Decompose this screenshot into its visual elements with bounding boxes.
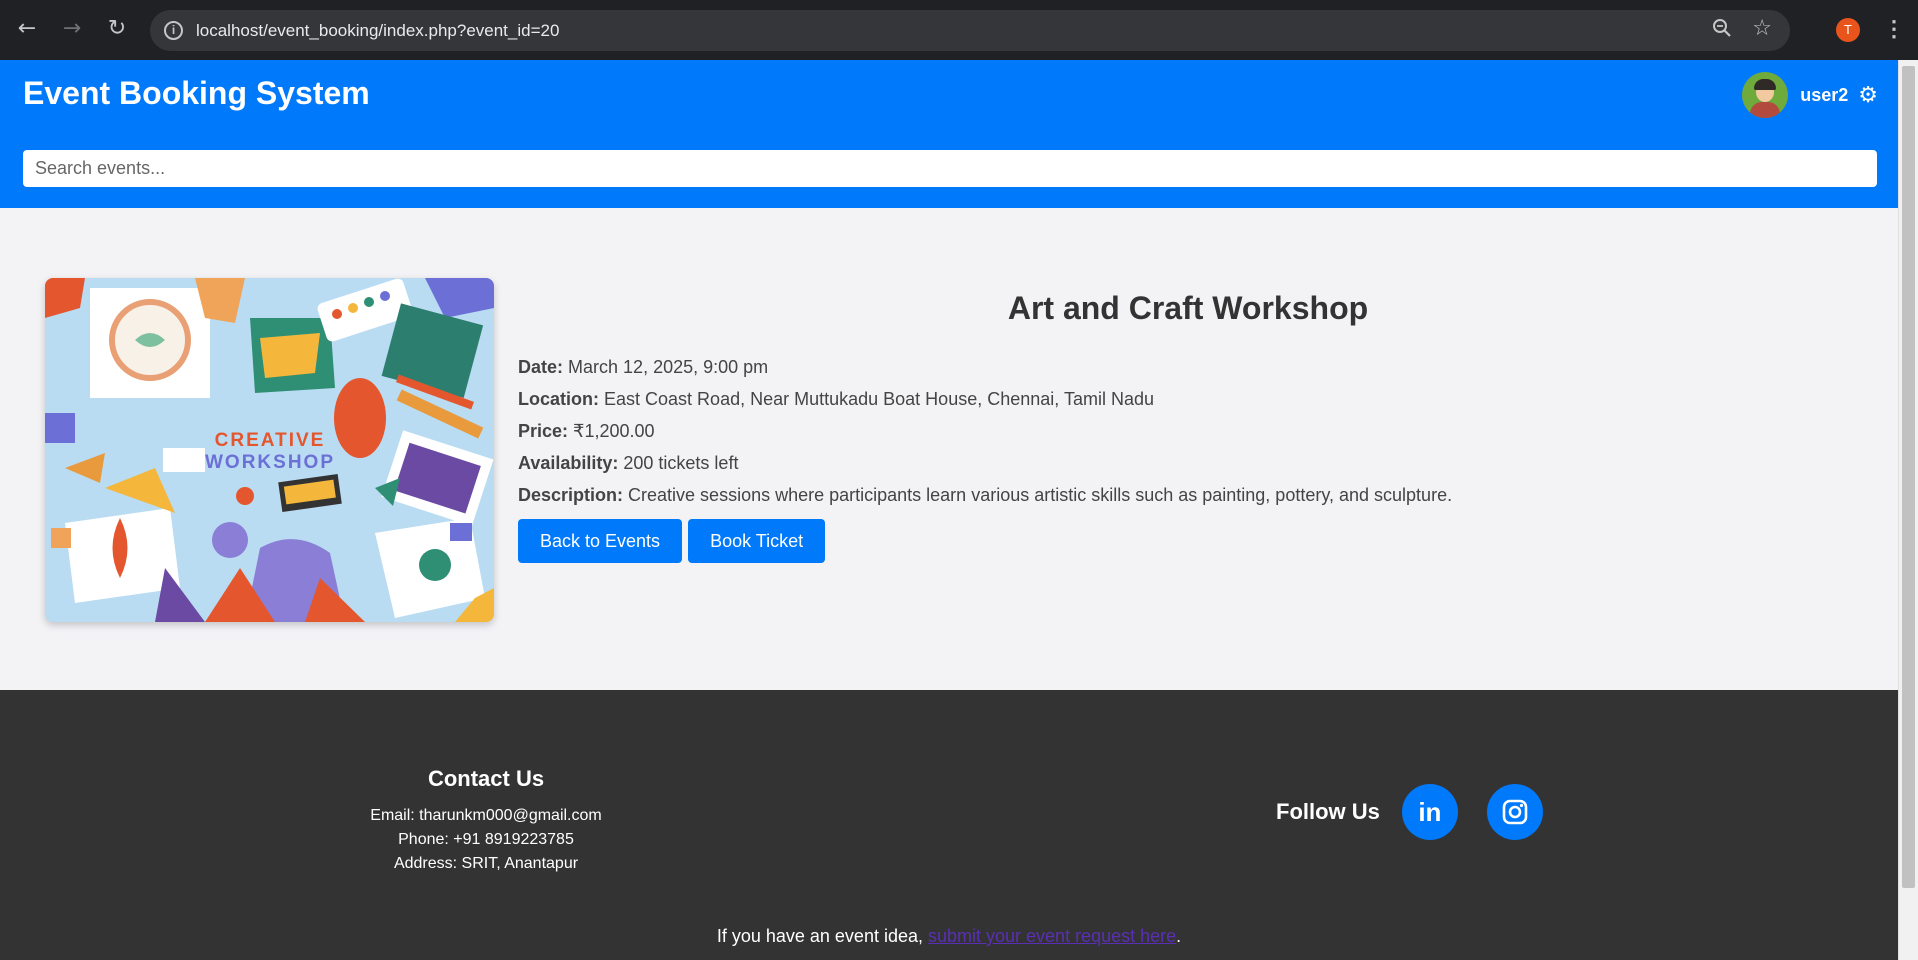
- illustration-text-1: CREATIVE: [215, 430, 326, 451]
- linkedin-icon[interactable]: in: [1401, 784, 1458, 840]
- creative-workshop-illustration: CREATIVE WORKSHOP: [45, 278, 494, 622]
- linkedin-text: in: [1418, 796, 1442, 827]
- search-input[interactable]: [23, 150, 1877, 187]
- back-to-events-button[interactable]: Back to Events: [518, 519, 683, 563]
- follow-title: Follow Us: [1276, 799, 1380, 824]
- site-title[interactable]: Event Booking System: [23, 75, 370, 112]
- scrollbar-thumb[interactable]: [1902, 66, 1915, 888]
- contact-address: Address: SRIT, Anantapur: [393, 855, 579, 872]
- submit-event-request-link[interactable]: submit your event request here: [928, 926, 1176, 946]
- event-details: Art and Craft Workshop Date: March 12, 2…: [518, 290, 1858, 563]
- profile-avatar[interactable]: T: [1836, 18, 1860, 42]
- event-idea-note: If you have an event idea, submit your e…: [0, 926, 1898, 947]
- contact-section: Contact Us Email: tharunkm000@gmail.com …: [336, 766, 636, 876]
- description-label: Description:: [518, 485, 624, 505]
- zoom-icon[interactable]: [1712, 18, 1732, 43]
- browser-toolbar: ← → ↻ i localhost/event_booking/index.ph…: [0, 0, 1918, 60]
- event-availability: Availability: 200 tickets left: [518, 447, 1858, 479]
- contact-phone: Phone: +91 8919223785: [398, 831, 574, 848]
- availability-value: 200 tickets left: [623, 453, 739, 473]
- bookmark-star-icon[interactable]: ☆: [1752, 16, 1772, 41]
- location-label: Location:: [518, 389, 599, 409]
- back-arrow-icon[interactable]: ←: [12, 14, 42, 44]
- event-title: Art and Craft Workshop: [1007, 290, 1369, 326]
- description-value: Creative sessions where participants lea…: [628, 485, 1453, 505]
- browser-menu-icon[interactable]: ⋮: [1883, 14, 1905, 44]
- event-location: Location: East Coast Road, Near Muttukad…: [518, 383, 1858, 415]
- price-value: ₹1,200.00: [573, 421, 655, 441]
- date-value: March 12, 2025, 9:00 pm: [568, 357, 769, 377]
- forward-arrow-icon[interactable]: →: [57, 14, 87, 44]
- gear-icon[interactable]: ⚙: [1858, 83, 1878, 108]
- user-avatar[interactable]: [1742, 72, 1789, 118]
- page-scrollbar[interactable]: [1898, 60, 1918, 960]
- availability-label: Availability:: [518, 453, 619, 473]
- reload-icon[interactable]: ↻: [102, 14, 132, 44]
- site-info-icon[interactable]: i: [164, 21, 183, 40]
- user-menu[interactable]: user2 ⚙: [1742, 72, 1878, 118]
- username[interactable]: user2: [1800, 85, 1848, 106]
- date-label: Date:: [518, 357, 564, 377]
- address-url[interactable]: localhost/event_booking/index.php?event_…: [196, 21, 559, 41]
- address-bar[interactable]: i localhost/event_booking/index.php?even…: [150, 10, 1790, 51]
- instagram-icon[interactable]: [1486, 784, 1543, 840]
- idea-text: If you have an event idea,: [716, 926, 928, 946]
- app-header: Event Booking System user2 ⚙: [0, 60, 1898, 208]
- follow-section: Follow Us in: [1276, 784, 1572, 840]
- price-label: Price:: [518, 421, 569, 441]
- book-ticket-button[interactable]: Book Ticket: [688, 519, 826, 563]
- page-footer: Contact Us Email: tharunkm000@gmail.com …: [0, 690, 1898, 960]
- illustration-text-2: WORKSHOP: [205, 452, 335, 473]
- event-price: Price: ₹1,200.00: [518, 415, 1858, 447]
- event-description: Description: Creative sessions where par…: [518, 479, 1858, 511]
- idea-end: .: [1176, 926, 1182, 946]
- magnifier-icon: [1713, 19, 1731, 37]
- location-value: East Coast Road, Near Muttukadu Boat Hou…: [604, 389, 1154, 409]
- action-buttons: Back to Events Book Ticket: [518, 519, 1858, 563]
- instagram-glyph: [1502, 799, 1528, 825]
- contact-email: Email: tharunkm000@gmail.com: [370, 807, 602, 824]
- event-date: Date: March 12, 2025, 9:00 pm: [518, 351, 1858, 383]
- event-image: CREATIVE WORKSHOP: [45, 278, 494, 622]
- contact-title: Contact Us: [427, 766, 545, 791]
